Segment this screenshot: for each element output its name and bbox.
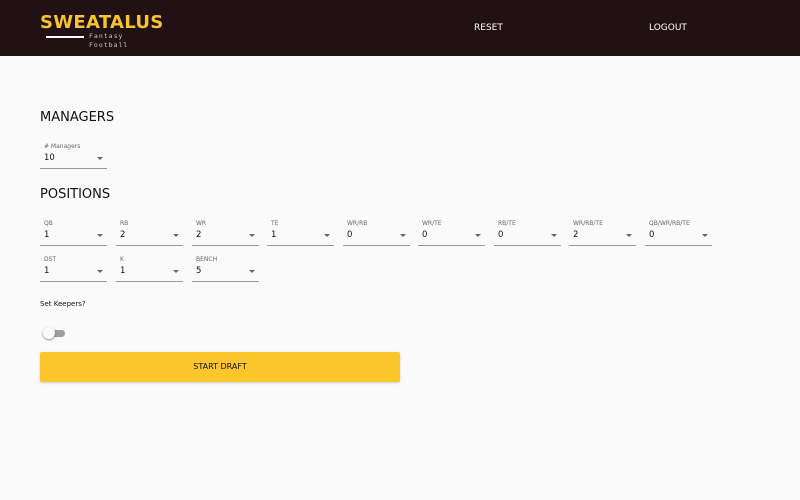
field-underline: [267, 245, 334, 246]
position-select-rb-te[interactable]: RB/TE 0: [494, 220, 561, 246]
toggle-knob: [43, 327, 55, 339]
field-value: 10: [44, 153, 55, 163]
field-value: 0: [649, 230, 655, 240]
position-select-wr-rb[interactable]: WR/RB 0: [343, 220, 410, 246]
field-value: 0: [422, 230, 428, 240]
sweatalus-logo[interactable]: SWEATALUS Fantasy Football: [40, 12, 163, 49]
field-label: RB: [120, 220, 129, 227]
field-value: 0: [347, 230, 353, 240]
field-underline: [40, 168, 107, 169]
position-select-bench[interactable]: BENCH 5: [192, 256, 259, 282]
dropdown-arrow-icon: [97, 157, 103, 160]
field-label: RB/TE: [498, 220, 516, 227]
field-underline: [192, 281, 259, 282]
field-value: 2: [196, 230, 202, 240]
logo-subtitle: Fantasy Football: [89, 32, 129, 49]
field-label: WR/RB: [347, 220, 368, 227]
start-draft-button[interactable]: START DRAFT: [40, 352, 400, 382]
field-underline: [192, 245, 259, 246]
field-label: DST: [44, 256, 57, 263]
field-label: WR: [196, 220, 207, 227]
dropdown-arrow-icon: [173, 234, 179, 237]
field-label: WR/TE: [422, 220, 442, 227]
dropdown-arrow-icon: [626, 234, 632, 237]
dropdown-arrow-icon: [97, 234, 103, 237]
field-underline: [116, 281, 183, 282]
logo-title: SWEATALUS: [40, 12, 164, 33]
field-label: # Managers: [44, 143, 81, 150]
field-value: 1: [271, 230, 277, 240]
field-value: 5: [196, 266, 202, 276]
dropdown-arrow-icon: [400, 234, 406, 237]
set-keepers-label: Set Keepers?: [40, 300, 86, 308]
reset-button[interactable]: RESET: [474, 20, 503, 36]
dropdown-arrow-icon: [324, 234, 330, 237]
positions-heading: POSITIONS: [40, 187, 111, 202]
position-select-qb[interactable]: QB 1: [40, 220, 107, 246]
position-select-wr[interactable]: WR 2: [192, 220, 259, 246]
field-underline: [569, 245, 636, 246]
field-underline: [418, 245, 485, 246]
position-select-dst[interactable]: DST 1: [40, 256, 107, 282]
dropdown-arrow-icon: [173, 270, 179, 273]
logo-underline: [46, 36, 84, 38]
dropdown-arrow-icon: [97, 270, 103, 273]
field-underline: [343, 245, 410, 246]
field-value: 1: [44, 266, 50, 276]
field-label: WR/RB/TE: [573, 220, 603, 227]
set-keepers-toggle[interactable]: [43, 327, 67, 339]
position-select-k[interactable]: K 1: [116, 256, 183, 282]
dropdown-arrow-icon: [551, 234, 557, 237]
field-value: 1: [120, 266, 126, 276]
field-value: 2: [120, 230, 126, 240]
dropdown-arrow-icon: [475, 234, 481, 237]
managers-count-select[interactable]: # Managers 10: [40, 143, 107, 169]
field-underline: [40, 245, 107, 246]
field-value: 0: [498, 230, 504, 240]
field-value: 2: [573, 230, 579, 240]
dropdown-arrow-icon: [249, 234, 255, 237]
position-select-wr-rb-te[interactable]: WR/RB/TE 2: [569, 220, 636, 246]
field-label: TE: [271, 220, 279, 227]
dropdown-arrow-icon: [249, 270, 255, 273]
field-underline: [40, 281, 107, 282]
position-select-te[interactable]: TE 1: [267, 220, 334, 246]
field-label: QB: [44, 220, 53, 227]
field-label: BENCH: [196, 256, 218, 263]
field-value: 1: [44, 230, 50, 240]
field-label: QB/WR/RB/TE: [649, 220, 690, 227]
position-select-wr-te[interactable]: WR/TE 0: [418, 220, 485, 246]
dropdown-arrow-icon: [702, 234, 708, 237]
app-bar: SWEATALUS Fantasy Football RESET LOGOUT: [0, 0, 800, 56]
position-select-rb[interactable]: RB 2: [116, 220, 183, 246]
field-underline: [494, 245, 561, 246]
field-underline: [116, 245, 183, 246]
position-select-qb-wr-rb-te[interactable]: QB/WR/RB/TE 0: [645, 220, 712, 246]
logout-button[interactable]: LOGOUT: [649, 20, 687, 36]
managers-heading: MANAGERS: [40, 110, 115, 125]
field-underline: [645, 245, 712, 246]
field-label: K: [120, 256, 124, 263]
